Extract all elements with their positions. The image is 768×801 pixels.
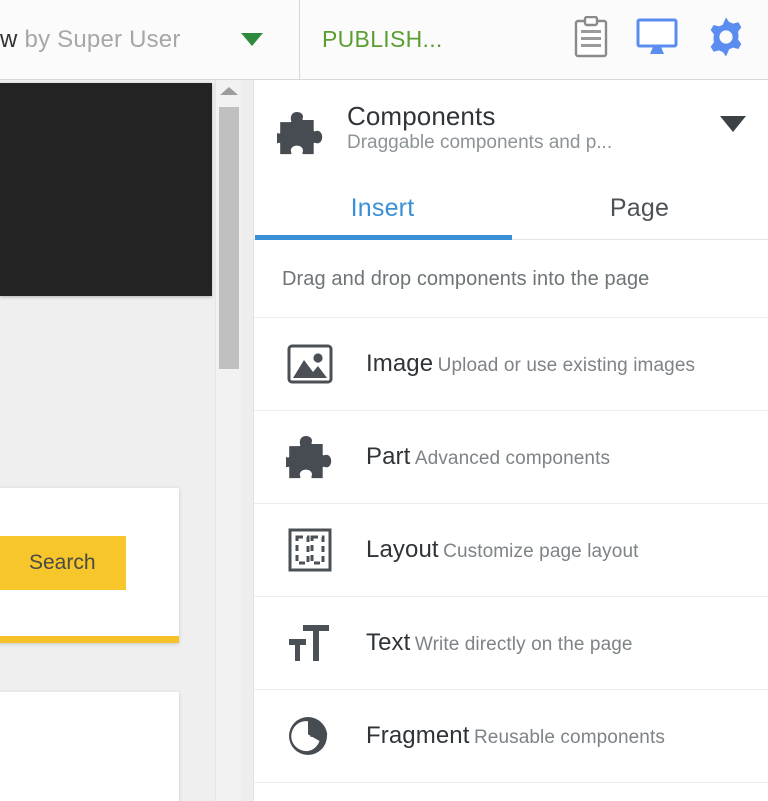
component-item-part[interactable]: Part Advanced components (254, 411, 768, 504)
panel-subtitle: Draggable components and p... (347, 131, 613, 153)
caret-down-icon[interactable] (241, 33, 263, 46)
content-card (0, 692, 179, 801)
publish-button[interactable]: PUBLISH... (322, 26, 443, 53)
top-toolbar: w by Super User PUBLISH... (0, 0, 768, 80)
component-subtitle: Upload or use existing images (437, 354, 696, 376)
component-list: Image Upload or use existing images Part… (254, 317, 768, 783)
page-title: w (0, 25, 18, 53)
component-title: Fragment (366, 721, 470, 749)
clipboard-icon[interactable] (574, 15, 608, 63)
component-item-fragment[interactable]: Fragment Reusable components (254, 690, 768, 783)
puzzle-piece-icon (276, 110, 325, 161)
puzzle-piece-icon (282, 434, 338, 480)
components-panel: Components Draggable components and p...… (253, 80, 768, 801)
page-header-block (0, 83, 212, 296)
panel-title: Components (347, 101, 496, 131)
component-item-text: Part Advanced components (366, 442, 611, 471)
component-subtitle: Customize page layout (443, 540, 639, 562)
scrollbar-thumb[interactable] (219, 107, 239, 369)
layout-icon (282, 528, 338, 572)
component-item-image[interactable]: Image Upload or use existing images (254, 318, 768, 411)
toolbar-icon-group (574, 15, 746, 63)
panel-hint: Drag and drop components into the page (282, 268, 650, 290)
component-item-text: Layout Customize page layout (366, 535, 639, 564)
components-panel-title-group: Components Draggable components and p... (347, 101, 720, 154)
search-button[interactable]: Search (0, 536, 126, 590)
component-item-text[interactable]: Text Write directly on the page (254, 597, 768, 690)
pie-chart-icon (282, 714, 338, 758)
component-title: Layout (366, 535, 439, 563)
page-byline: by Super User (24, 25, 181, 53)
component-item-text: Image Upload or use existing images (366, 349, 696, 378)
search-card: Search (0, 488, 179, 643)
component-subtitle: Write directly on the page (414, 633, 633, 655)
component-title: Part (366, 442, 411, 470)
tab-insert[interactable]: Insert (254, 178, 511, 239)
image-icon (282, 344, 338, 384)
toolbar-actions: PUBLISH... (300, 0, 768, 79)
tab-page[interactable]: Page (511, 178, 768, 239)
page-selector[interactable]: w by Super User (0, 0, 300, 79)
component-item-text: Text Write directly on the page (366, 628, 633, 657)
component-item-layout[interactable]: Layout Customize page layout (254, 504, 768, 597)
text-icon (282, 621, 338, 665)
caret-down-icon[interactable] (720, 116, 746, 132)
canvas-scrollbar[interactable] (215, 80, 241, 801)
component-item-text: Fragment Reusable components (366, 721, 665, 750)
gear-icon[interactable] (706, 17, 746, 62)
monitor-icon[interactable] (636, 18, 678, 61)
component-title: Image (366, 349, 434, 377)
component-subtitle: Advanced components (414, 447, 611, 469)
triangle-up-icon[interactable] (219, 87, 238, 95)
component-title: Text (366, 628, 411, 656)
app-screen: w by Super User PUBLISH... Search Compon… (0, 0, 768, 801)
components-panel-header: Components Draggable components and p... (254, 80, 768, 178)
component-subtitle: Reusable components (473, 726, 665, 748)
panel-tabs: Insert Page (254, 178, 768, 240)
page-canvas-preview[interactable]: Search nents (0, 80, 215, 801)
